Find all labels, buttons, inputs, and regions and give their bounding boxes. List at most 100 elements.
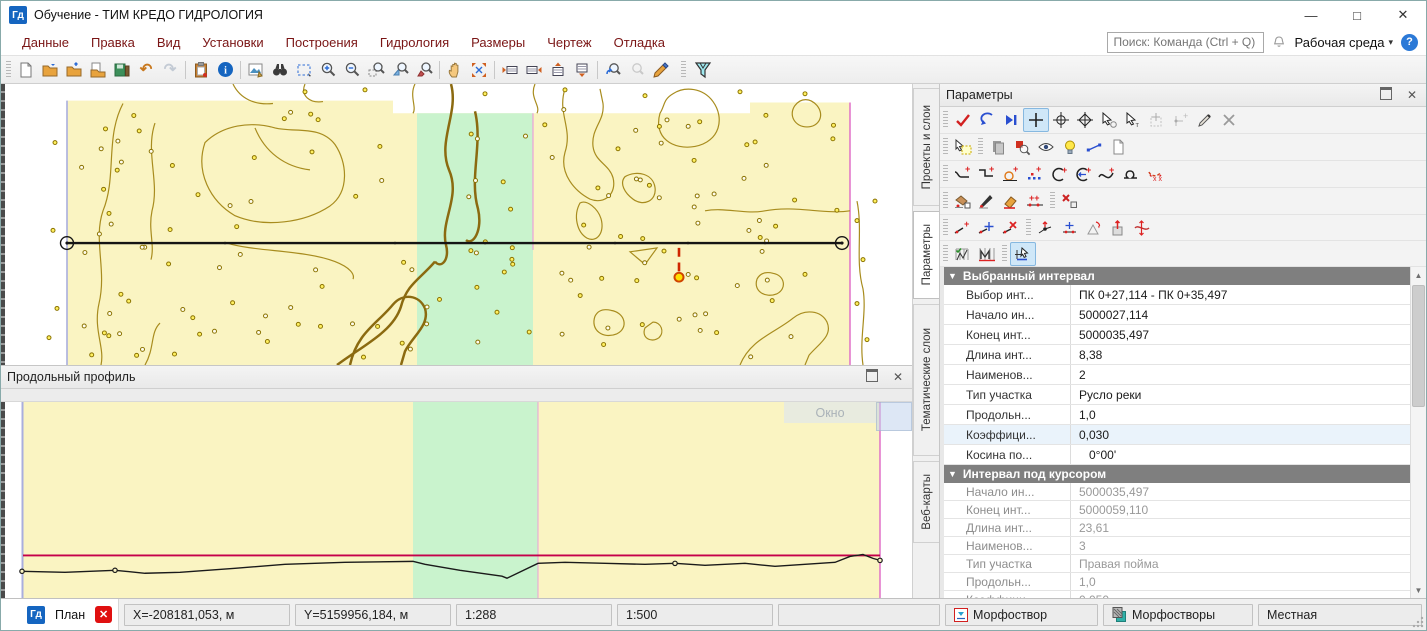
property-row[interactable]: Коэффици...0,050 <box>944 591 1410 598</box>
zoom-point-icon[interactable] <box>388 59 412 81</box>
property-row[interactable]: Длина инт...8,38 <box>944 345 1410 365</box>
scroll-right-icon[interactable] <box>522 59 546 81</box>
folder-up-icon[interactable] <box>62 59 86 81</box>
property-row[interactable]: Конец инт...5000059,110 <box>944 501 1410 519</box>
property-row[interactable]: Продольн...1,0 <box>944 573 1410 591</box>
toolbar-grip[interactable] <box>6 61 11 79</box>
map-canvas[interactable] <box>5 84 912 365</box>
info-icon[interactable]: i <box>213 59 237 81</box>
undo-icon[interactable]: ↶ <box>134 59 158 81</box>
select-region-cursor-icon[interactable] <box>951 136 975 158</box>
binoculars-icon[interactable] <box>268 59 292 81</box>
grid-scrollbar[interactable]: ▲ ▼ <box>1410 267 1426 598</box>
parameters-panel-header[interactable]: Параметры ✕ <box>940 84 1426 107</box>
profile-panel-header[interactable]: Продольный профиль ✕ <box>1 366 912 389</box>
section-header-selected-interval[interactable]: ▼ Выбранный интервал <box>944 267 1410 285</box>
plan-tab[interactable]: Гд План ✕ <box>1 599 119 630</box>
measure-cursor-icon[interactable] <box>1010 242 1036 266</box>
zoom-prev-icon[interactable] <box>601 59 625 81</box>
visibility-eye-icon[interactable] <box>1034 136 1058 158</box>
blank-page-icon[interactable] <box>1106 136 1130 158</box>
cursor-select-text-icon[interactable]: т <box>1121 109 1145 131</box>
open-folder-icon[interactable] <box>38 59 62 81</box>
cursor-select-circle-icon[interactable] <box>1097 109 1121 131</box>
zoom-window-icon[interactable] <box>364 59 388 81</box>
add-curve-icon[interactable]: + <box>951 163 975 185</box>
workspace-selector[interactable]: Рабочая среда <box>1294 35 1384 50</box>
node-direction-icon[interactable] <box>1034 217 1058 239</box>
property-row[interactable]: Наименов...3 <box>944 537 1410 555</box>
profile-view[interactable]: Окно <box>1 402 912 598</box>
tab-web-maps[interactable]: Веб-карты <box>913 461 939 543</box>
add-arc-icon[interactable]: + <box>1047 163 1071 185</box>
diamond-target-icon[interactable] <box>1073 109 1097 131</box>
property-row[interactable]: Наименов...2 <box>944 365 1410 385</box>
help-icon[interactable]: ? <box>1401 34 1418 51</box>
zoom-in-icon[interactable] <box>316 59 340 81</box>
layers-copy-icon[interactable] <box>986 136 1010 158</box>
property-row[interactable]: Тип участкаРусло реки <box>944 385 1410 405</box>
interval-move-icon[interactable] <box>975 217 999 239</box>
arc-rebuild-icon[interactable]: x x <box>1143 163 1167 185</box>
apply-ok-icon[interactable] <box>951 109 975 131</box>
capture-area-icon[interactable] <box>1145 109 1169 131</box>
raise-object-icon[interactable] <box>1106 217 1130 239</box>
redo-icon[interactable]: ↷ <box>158 59 182 81</box>
scroll-up-arrow[interactable]: ▲ <box>1411 267 1426 283</box>
center-target-icon[interactable] <box>1049 109 1073 131</box>
menu-chertezh[interactable]: Чертеж <box>536 35 602 50</box>
delete-object-icon[interactable] <box>1058 190 1082 212</box>
minimize-button[interactable]: — <box>1288 1 1334 29</box>
refresh-brush-icon[interactable] <box>649 59 673 81</box>
tab-parameters[interactable]: Параметры <box>913 211 939 299</box>
menu-postroeniya[interactable]: Построения <box>275 35 369 50</box>
property-row[interactable]: Продольн...1,0 <box>944 405 1410 425</box>
node-move-icon[interactable] <box>1058 217 1082 239</box>
picker-pen-icon[interactable] <box>1193 109 1217 131</box>
tab-thematic-layers[interactable]: Тематические слои <box>913 304 939 456</box>
crosshair-mode-icon[interactable] <box>1023 108 1049 132</box>
rotate-shape-icon[interactable] <box>1082 217 1106 239</box>
fit-extents-icon[interactable] <box>467 59 491 81</box>
save-all-icon[interactable] <box>110 59 134 81</box>
plan-tab-close-icon[interactable]: ✕ <box>95 606 112 623</box>
tab-projects-layers[interactable]: Проекты и слои <box>913 88 939 206</box>
property-row[interactable]: Начало ин...5000035,497 <box>944 483 1410 501</box>
profile-table-check-icon[interactable] <box>951 243 975 265</box>
step-forward-icon[interactable] <box>999 109 1023 131</box>
stretch-curve-icon[interactable] <box>1130 217 1154 239</box>
add-arc-direction-icon[interactable]: + <box>1071 163 1095 185</box>
add-circle-icon[interactable]: + <box>999 163 1023 185</box>
search-object-icon[interactable] <box>1010 136 1034 158</box>
interval-delete-icon[interactable] <box>999 217 1023 239</box>
scroll-down-arrow[interactable]: ▼ <box>1411 582 1426 598</box>
menu-gidrologiya[interactable]: Гидрология <box>369 35 460 50</box>
add-points-icon[interactable]: + <box>1023 163 1047 185</box>
zoom-out-icon[interactable] <box>340 59 364 81</box>
close-button[interactable]: ✕ <box>1380 1 1426 29</box>
scroll-down-icon[interactable] <box>570 59 594 81</box>
property-row[interactable]: Начало ин...5000027,114 <box>944 305 1410 325</box>
maximize-button[interactable]: □ <box>1334 1 1380 29</box>
menu-pravka[interactable]: Правка <box>80 35 146 50</box>
segment-icon[interactable] <box>1082 136 1106 158</box>
notification-bell-icon[interactable] <box>1272 35 1286 49</box>
float-panel-icon[interactable] <box>864 369 880 385</box>
window-resize-grip[interactable] <box>1412 616 1424 628</box>
pan-hand-icon[interactable] <box>443 59 467 81</box>
frame-select-icon[interactable] <box>292 59 316 81</box>
command-search-input[interactable] <box>1107 32 1264 53</box>
toolbar-grip[interactable] <box>681 61 686 79</box>
add-nodes-icon[interactable]: ++ <box>1023 190 1047 212</box>
profile-m-icon[interactable] <box>975 243 999 265</box>
close-panel-icon[interactable]: ✕ <box>890 370 906 384</box>
erase-icon[interactable] <box>999 190 1023 212</box>
cut-knife-icon[interactable] <box>975 190 999 212</box>
menu-ustanovki[interactable]: Установки <box>191 35 274 50</box>
property-row[interactable]: Выбор инт...ПК 0+27,114 - ПК 0+35,497 <box>944 285 1410 305</box>
property-row-highlighted[interactable]: Коэффици...0,030 <box>944 425 1410 445</box>
zoom-next-icon[interactable] <box>625 59 649 81</box>
menu-otladka[interactable]: Отладка <box>603 35 676 50</box>
insert-node-icon[interactable]: + <box>1169 109 1193 131</box>
scroll-thumb[interactable] <box>1412 285 1425 407</box>
